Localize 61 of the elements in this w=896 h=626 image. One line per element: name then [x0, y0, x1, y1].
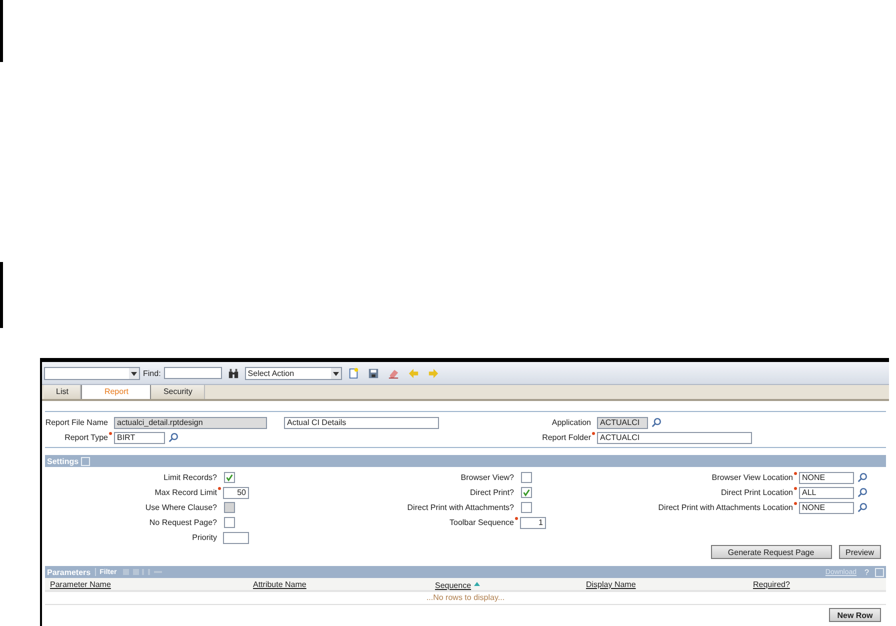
find-label: Find:: [143, 368, 161, 378]
search-icon[interactable]: [857, 472, 868, 483]
column-header[interactable]: Required?: [753, 580, 790, 588]
field-label: Application: [550, 418, 591, 427]
section-title: Parameters: [47, 568, 91, 576]
checkbox[interactable]: [521, 487, 532, 498]
field-label: Direct Print with Attachments Location: [657, 503, 793, 512]
column-header[interactable]: Parameter Name: [50, 580, 253, 588]
field-label: Max Record Limit: [154, 488, 217, 497]
field-label: Direct Print Location: [720, 488, 793, 497]
query-dropdown[interactable]: [44, 366, 140, 380]
text-field[interactable]: NONE: [799, 472, 854, 484]
new-row-button[interactable]: New Row: [829, 608, 881, 622]
column-header[interactable]: Attribute Name: [253, 580, 435, 588]
field-label: Report Type: [64, 433, 108, 442]
number-field[interactable]: 50: [223, 486, 249, 498]
collapse-icon[interactable]: [875, 568, 884, 576]
search-icon[interactable]: [651, 417, 662, 428]
action-button[interactable]: Preview: [838, 545, 881, 559]
search-icon[interactable]: [168, 432, 179, 443]
field-label: Browser View Location: [710, 473, 793, 482]
save-icon[interactable]: [368, 368, 379, 378]
column-header[interactable]: Sequence: [435, 578, 586, 590]
text-field[interactable]: ACTUALCI: [597, 416, 648, 428]
field-label: Direct Print?: [468, 488, 514, 497]
eraser-icon[interactable]: [388, 368, 399, 378]
checkbox[interactable]: [224, 472, 235, 483]
select-action-dropdown[interactable]: Select Action: [244, 366, 342, 380]
search-icon[interactable]: [857, 487, 868, 498]
text-field[interactable]: BIRT: [114, 432, 165, 444]
text-field[interactable]: ALL: [799, 486, 854, 498]
search-icon[interactable]: [857, 502, 868, 513]
field-label: Direct Print with Attachments?: [406, 503, 514, 512]
number-field[interactable]: [223, 532, 249, 544]
empty-message: ...No rows to display...: [45, 592, 886, 605]
find-field[interactable]: [164, 367, 222, 379]
field-label: Use Where Clause?: [144, 503, 217, 512]
new-document-icon[interactable]: [348, 368, 359, 378]
field-label: Report Folder: [541, 433, 591, 442]
checkbox[interactable]: [521, 502, 532, 513]
checkbox[interactable]: [521, 472, 532, 483]
text-field[interactable]: actualci_detail.rptdesign: [114, 416, 267, 428]
table-tools-icon: [122, 568, 163, 576]
field-label: Limit Records?: [162, 473, 217, 482]
checkbox[interactable]: [224, 517, 235, 528]
column-header[interactable]: Display Name: [586, 580, 753, 588]
action-button[interactable]: Generate Request Page: [710, 545, 832, 559]
field-label: Priority: [191, 533, 217, 542]
field-label: Report File Name: [45, 418, 108, 427]
field-label: No Request Page?: [148, 518, 217, 527]
description-field[interactable]: Actual CI Details: [284, 416, 439, 428]
field-label: Toolbar Sequence: [448, 518, 514, 527]
number-field[interactable]: 1: [520, 516, 546, 528]
section-title: Settings: [47, 456, 79, 466]
collapse-icon[interactable]: [80, 456, 90, 466]
tab[interactable]: Security: [151, 385, 206, 399]
field-label: Browser View?: [460, 473, 514, 482]
tab[interactable]: List: [44, 385, 82, 399]
binoculars-icon[interactable]: [228, 368, 239, 378]
text-field[interactable]: NONE: [799, 502, 854, 514]
text-field[interactable]: ACTUALCI: [597, 432, 752, 444]
